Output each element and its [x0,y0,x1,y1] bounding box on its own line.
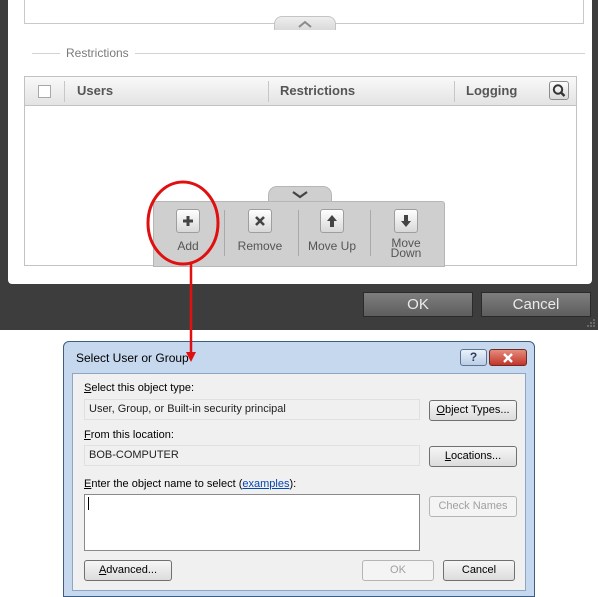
search-button[interactable] [549,81,569,100]
settings-window: Restrictions Users Restrictions Logging [0,0,598,330]
move-down-button[interactable]: Move Down [380,202,432,268]
column-separator [64,81,65,102]
access-key: O [436,404,445,416]
table-toolbar: Add Remove Move Up Move Down [153,201,445,267]
remove-button[interactable]: Remove [232,202,288,268]
column-header-logging[interactable]: Logging [466,77,517,105]
help-button[interactable]: ? [460,349,487,366]
location-label: From this location: [84,429,174,441]
collapse-tab[interactable] [274,16,336,30]
select-all-checkbox[interactable] [38,85,51,98]
toolbar-separator [224,210,225,256]
label-text: ): [289,478,297,490]
search-icon [552,84,566,97]
arrow-down-icon [394,209,418,233]
check-names-button[interactable]: Check Names [429,496,517,517]
object-type-field: User, Group, or Built-in security princi… [84,399,420,420]
locations-button[interactable]: Locations... [429,446,517,467]
add-button[interactable]: Add [166,202,210,268]
restrictions-section-header: Restrictions [32,45,585,61]
dialog-title: Select User or Group [76,351,189,365]
column-header-restrictions[interactable]: Restrictions [280,77,355,105]
divider [32,52,60,54]
move-down-label-line2: Down [390,246,422,260]
label-text: nter the object name to select ( [91,478,243,490]
move-up-label: Move Up [307,239,357,253]
dialog-cancel-button[interactable]: Cancel [443,560,515,581]
resize-grip-icon[interactable] [586,318,596,328]
table-header: Users Restrictions Logging [25,77,576,106]
button-text: ocations... [450,450,502,462]
move-down-label: Move Down [390,237,422,260]
button-text: bject Types... [444,404,510,416]
object-name-input[interactable] [84,494,420,551]
toolbar-separator [370,210,371,256]
arrow-up-icon [320,209,344,233]
examples-link[interactable]: examples [242,478,289,490]
dialog-body: Select this object type: User, Group, or… [72,373,526,591]
close-button[interactable] [489,349,527,366]
divider [134,52,585,54]
chevron-up-icon [298,20,312,28]
close-icon [503,352,513,363]
toolbar-separator [298,210,299,256]
dialog-titlebar[interactable]: Select User or Group ? [64,342,534,372]
chevron-down-icon [292,191,308,199]
label-text: rom this location: [90,429,174,441]
cancel-button[interactable]: Cancel [481,292,591,317]
object-types-button[interactable]: Object Types... [429,400,517,421]
label-text: elect this object type: [91,382,195,394]
column-separator [454,81,455,102]
button-text: dvanced... [106,564,158,576]
x-icon [248,209,272,233]
column-header-users[interactable]: Users [77,77,113,105]
column-separator [268,81,269,102]
location-field: BOB-COMPUTER [84,445,420,466]
move-up-button[interactable]: Move Up [304,202,360,268]
section-title: Restrictions [66,46,129,60]
advanced-button[interactable]: Advanced... [84,560,172,581]
object-type-label: Select this object type: [84,382,194,394]
plus-icon [176,209,200,233]
ok-button[interactable]: OK [363,292,473,317]
dialog-ok-button[interactable]: OK [362,560,434,581]
access-key: F [84,429,91,441]
add-label: Add [177,239,199,253]
remove-label: Remove [237,239,283,253]
text-cursor [88,497,89,510]
object-name-label: Enter the object name to select (example… [84,478,296,490]
select-user-or-group-dialog: Select User or Group ? Select this objec… [63,341,535,597]
